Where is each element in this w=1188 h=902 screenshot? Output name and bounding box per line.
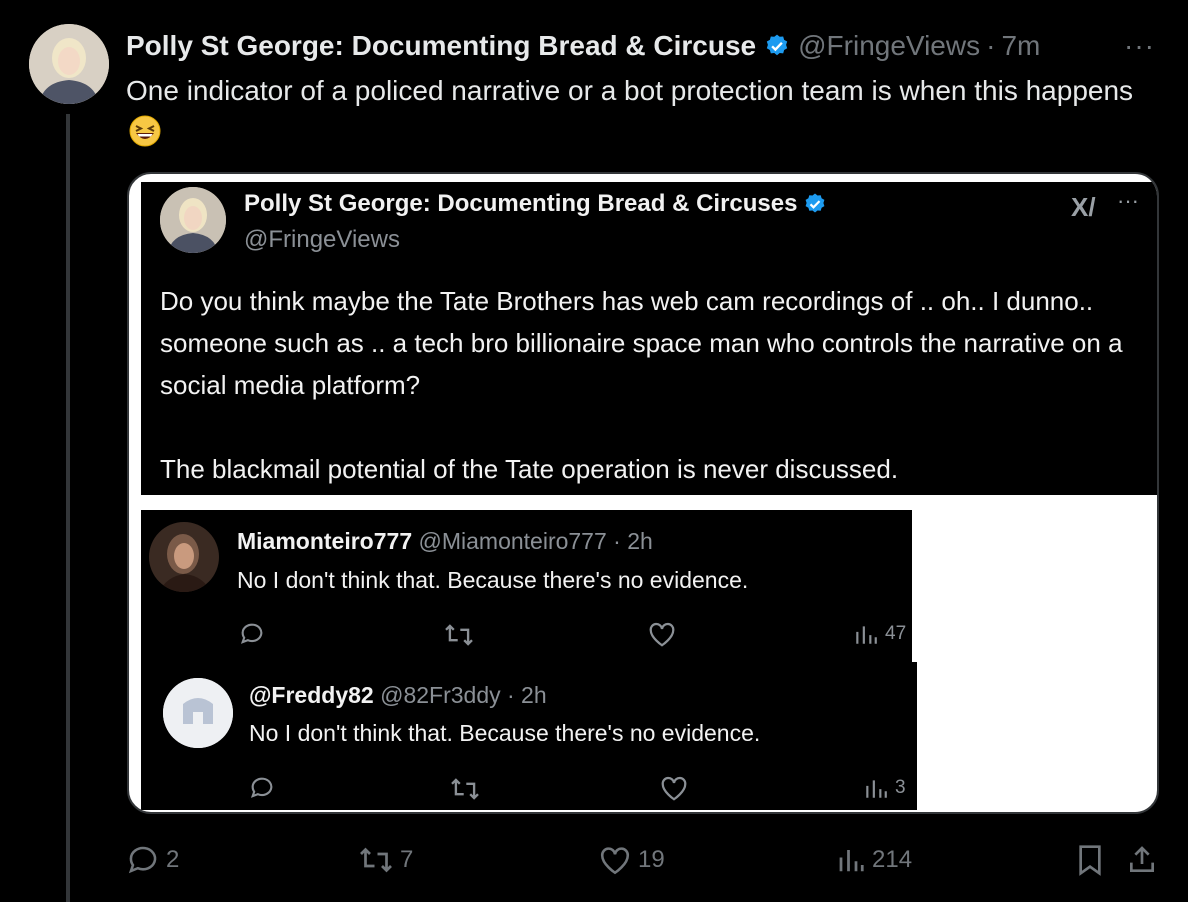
views-icon <box>839 850 864 872</box>
repost-count: 7 <box>400 846 414 873</box>
reply-button[interactable]: 2 <box>126 840 179 880</box>
quoted-screenshot: Polly St George: Documenting Bread & Cir… <box>141 182 1157 495</box>
reply-count: 2 <box>166 846 180 873</box>
quoted-author-handle: @FringeViews <box>244 226 400 253</box>
verified-badge-icon <box>803 192 827 216</box>
tweet-actions: 2 7 19 214 <box>126 840 1166 880</box>
quoted-paragraph-2: The blackmail potential of the Tate oper… <box>160 454 899 484</box>
bookmark-icon <box>1079 845 1101 876</box>
views-button[interactable]: 214 <box>836 840 912 880</box>
separator: · <box>986 30 996 61</box>
bookmark-button[interactable] <box>1076 840 1104 880</box>
reply1-name: Miamonteiro777 <box>237 528 413 554</box>
author-handle[interactable]: @FringeViews <box>798 30 980 62</box>
author-name[interactable]: Polly St George: Documenting Bread & Cir… <box>126 30 756 62</box>
reply2-text: No I don't think that. Because there's n… <box>249 720 761 746</box>
reply1-header: Miamonteiro777 @Miamonteiro777 · 2h <box>237 528 653 555</box>
quoted-avatar <box>160 187 226 253</box>
quoted-name-text: Polly St George: Documenting Bread & Cir… <box>244 190 798 217</box>
grinning-squinting-face-icon <box>128 114 162 148</box>
quoted-more-icon: ··· <box>1117 188 1139 213</box>
view-count: 214 <box>872 846 913 873</box>
reply1-views-count: 47 <box>885 623 907 644</box>
reply2-avatar <box>163 678 233 748</box>
reply1-handle-time: @Miamonteiro777 · 2h <box>418 528 653 554</box>
reply-screenshot-2: @Freddy82 @82Fr3ddy · 2h No I don't thin… <box>141 662 917 810</box>
media-image[interactable]: Polly St George: Documenting Bread & Cir… <box>127 172 1159 814</box>
reply1-text: No I don't think that. Because there's n… <box>237 567 749 593</box>
avatar[interactable] <box>29 24 109 104</box>
reply-icon <box>128 846 157 874</box>
like-count: 19 <box>638 846 665 873</box>
tweet-header: Polly St George: Documenting Bread & Cir… <box>126 28 1040 64</box>
quoted-paragraph-1: Do you think maybe the Tate Brothers has… <box>160 286 1123 400</box>
views-icon <box>856 626 877 644</box>
tweet-body: One indicator of a policed narrative or … <box>126 75 1134 106</box>
thread-line <box>66 114 70 902</box>
quoted-author-name: Polly St George: Documenting Bread & Cir… <box>244 190 827 218</box>
repost-button[interactable]: 7 <box>358 840 413 880</box>
reply2-header: @Freddy82 @82Fr3ddy · 2h <box>249 682 547 709</box>
avatar-image <box>29 24 109 104</box>
reply1-avatar <box>149 522 219 592</box>
reply2-views-count: 3 <box>895 777 906 798</box>
reply1-views: 47 <box>853 622 906 646</box>
quoted-body: Do you think maybe the Tate Brothers has… <box>160 280 1150 490</box>
heart-icon <box>600 847 630 875</box>
like-button[interactable]: 19 <box>598 840 665 880</box>
heart-icon <box>647 620 677 648</box>
timestamp[interactable]: 7m <box>1001 30 1040 62</box>
reply2-handle-time: @82Fr3ddy · 2h <box>380 682 547 708</box>
comment-icon <box>247 774 277 802</box>
share-icon <box>1130 846 1154 872</box>
retweet-icon <box>443 622 475 648</box>
reply2-views: 3 <box>863 776 906 800</box>
comment-icon <box>237 620 267 648</box>
verified-badge-icon <box>764 33 790 59</box>
reply-screenshot-1: Miamonteiro777 @Miamonteiro777 · 2h No I… <box>141 510 912 662</box>
repost-icon <box>360 847 392 873</box>
more-options-icon[interactable]: ··· <box>1124 30 1155 62</box>
retweet-icon <box>449 776 481 802</box>
grok-icon: X/ <box>1071 192 1096 222</box>
views-icon <box>866 780 887 798</box>
tweet-text: One indicator of a policed narrative or … <box>126 70 1156 154</box>
reply2-name: @Freddy82 <box>249 682 374 708</box>
heart-icon <box>659 774 689 802</box>
share-button[interactable] <box>1126 840 1158 880</box>
